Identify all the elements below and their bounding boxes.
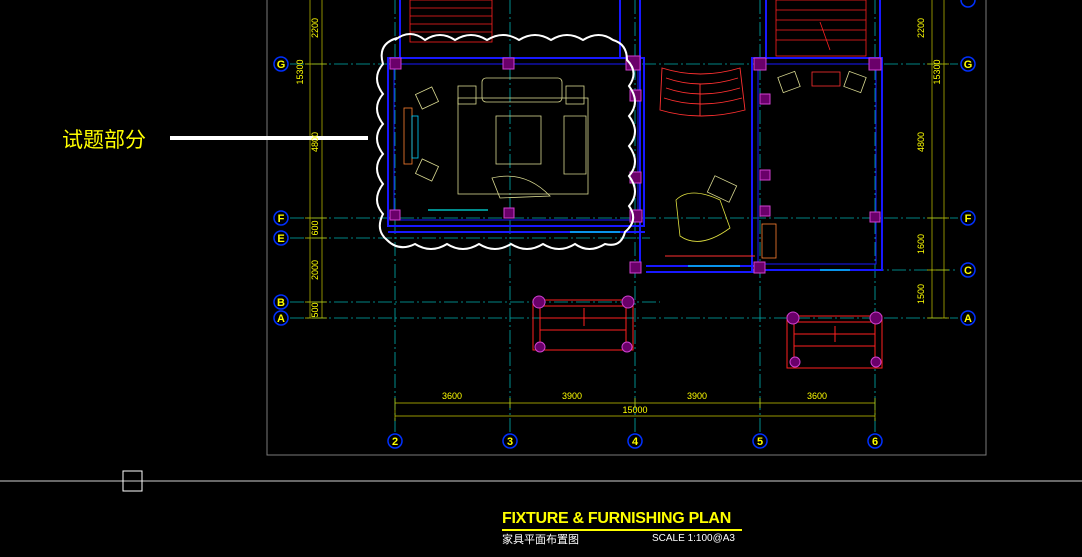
living-room-furniture <box>403 77 589 199</box>
axis-label-right-a: A <box>964 313 972 325</box>
dim-bottom-2: 3900 <box>562 391 582 401</box>
axis-label-2: 2 <box>392 436 398 448</box>
entrance-steps <box>532 299 883 369</box>
dim-left-2: 15300 <box>295 59 305 84</box>
axis-label-right-f: F <box>965 213 972 225</box>
axis-label-right-g: G <box>964 59 973 71</box>
axis-label-right-c: C <box>964 265 972 277</box>
dim-right-5: 1500 <box>916 284 926 304</box>
dim-left-4: 600 <box>310 220 320 235</box>
dim-left-6: 500 <box>310 302 320 317</box>
dim-total: 15000 <box>622 405 647 415</box>
axis-label-left-a: A <box>277 313 285 325</box>
dim-left-3: 4800 <box>310 132 320 152</box>
dim-right-2: 15300 <box>932 59 942 84</box>
dim-bottom-4: 3600 <box>807 391 827 401</box>
central-stair <box>659 67 755 257</box>
axis-label-3: 3 <box>507 436 513 448</box>
axis-label-left-b: B <box>277 297 285 309</box>
cad-drawing-canvas[interactable]: 2 3 4 5 6 G F E B A G F C A 3600 3900 39… <box>0 0 1082 557</box>
dim-right-1: 2200 <box>916 18 926 38</box>
dim-right-4: 1600 <box>916 234 926 254</box>
drawing-title-en: FIXTURE & FURNISHING PLAN <box>502 510 731 527</box>
upper-stairs <box>409 0 867 57</box>
dim-bottom-1: 3600 <box>442 391 462 401</box>
drawing-scale: SCALE 1:100@A3 <box>652 533 735 544</box>
dim-right-3: 4800 <box>916 132 926 152</box>
axis-label-4: 4 <box>632 436 639 448</box>
columns <box>389 55 883 368</box>
dim-bottom-3: 3900 <box>687 391 707 401</box>
drawing-title-zh: 家具平面布置图 <box>502 533 579 546</box>
study-furniture <box>675 70 867 259</box>
axis-label-left-f: F <box>278 213 285 225</box>
axis-label-5: 5 <box>757 436 763 448</box>
axis-label-left-e: E <box>277 233 284 245</box>
annotation-label: 试题部分 <box>62 128 146 152</box>
dim-left-1: 2200 <box>310 18 320 38</box>
axis-label-left-g: G <box>277 59 286 71</box>
dim-left-5: 2000 <box>310 260 320 280</box>
axis-label-6: 6 <box>872 436 878 448</box>
